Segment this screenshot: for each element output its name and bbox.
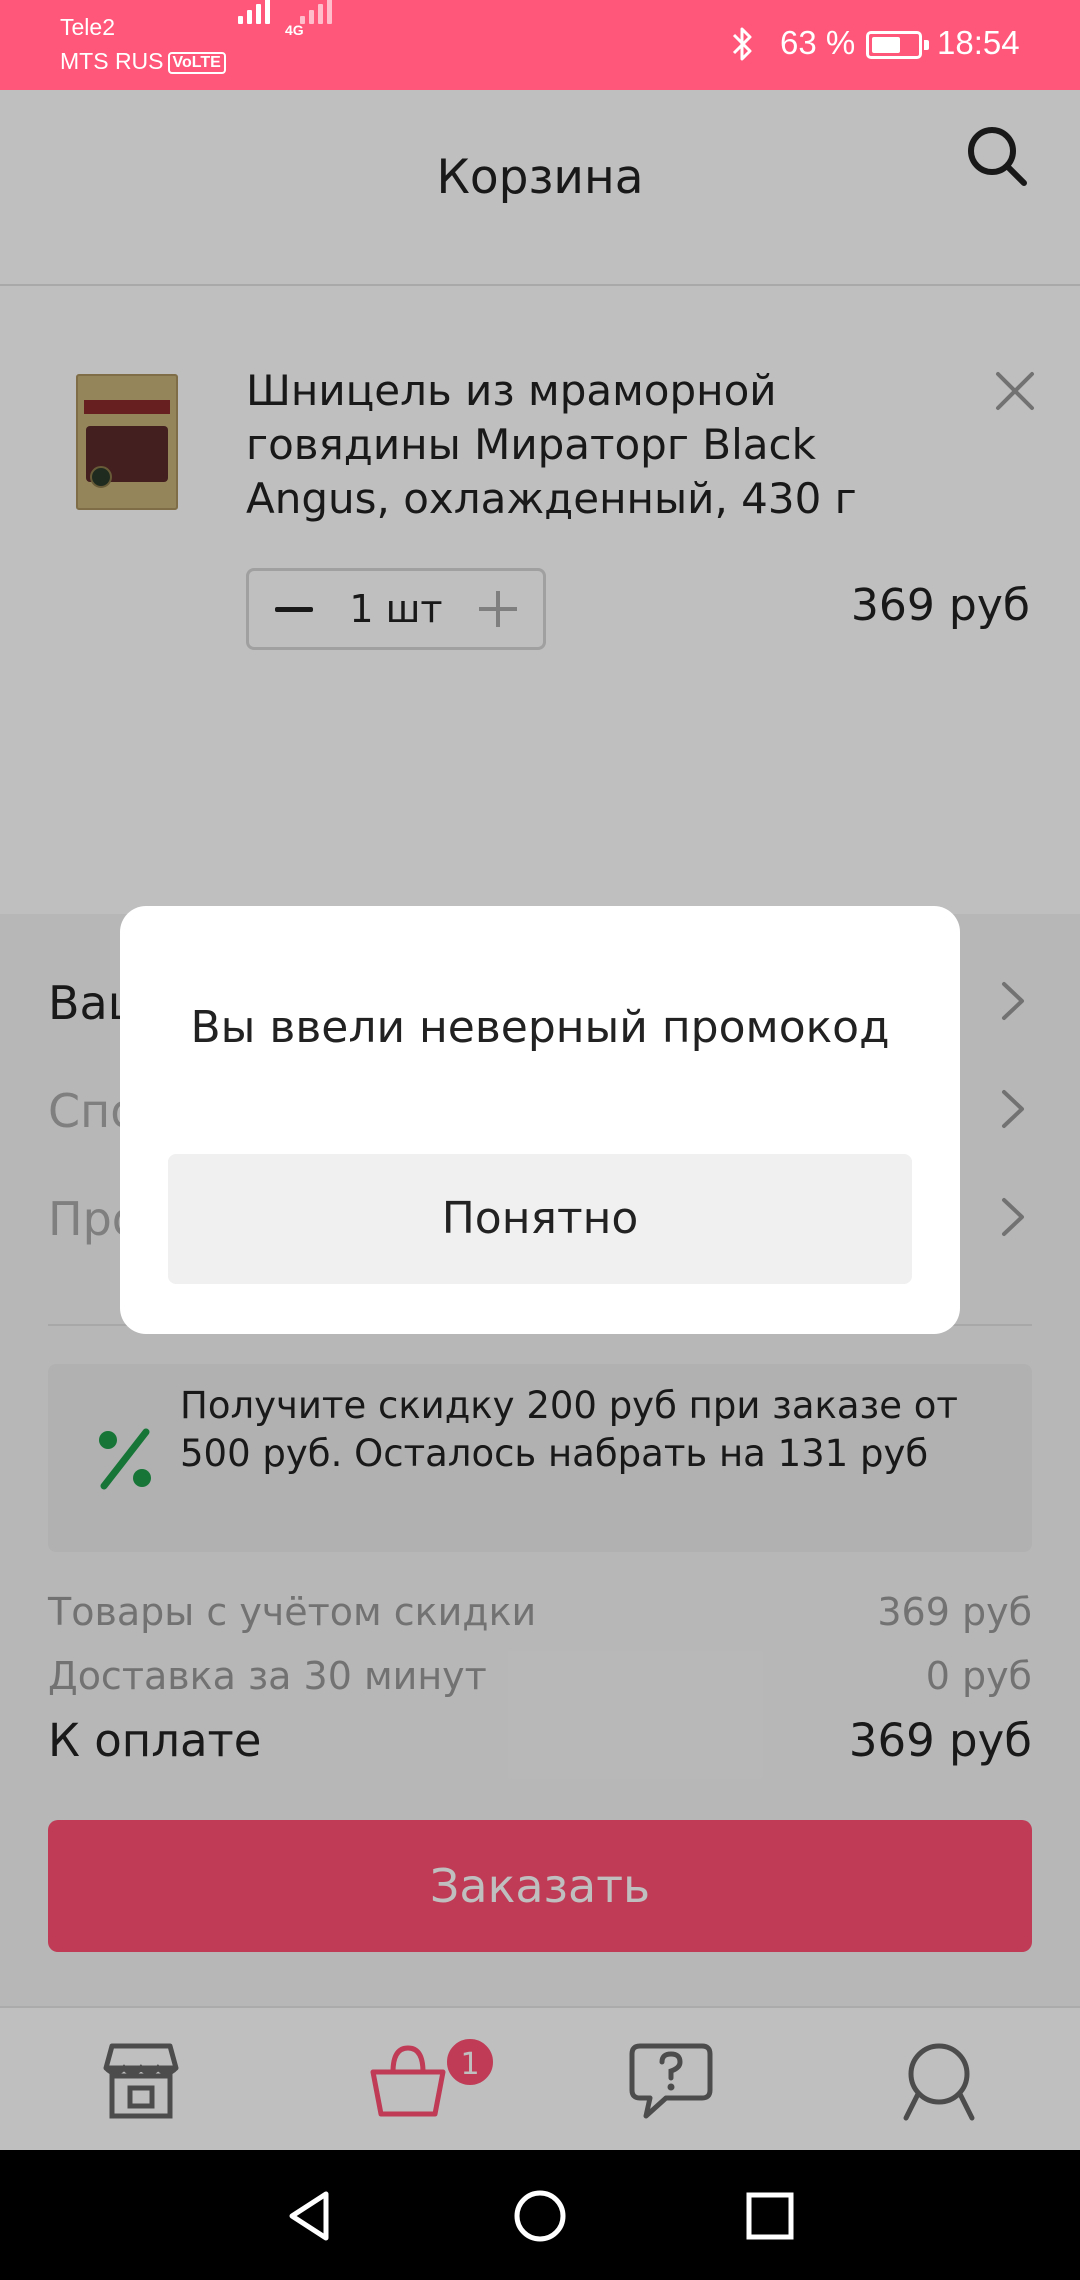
dialog-message: Вы ввели неверный промокод [190, 1002, 890, 1053]
carrier-name-secondary: MTS RUS VoLTE [60, 48, 226, 75]
system-navigation-bar [0, 2150, 1080, 2280]
carrier-name-primary: Tele2 [60, 14, 115, 40]
recent-apps-icon[interactable] [740, 2186, 800, 2246]
battery-icon [866, 31, 929, 59]
dialog-ok-button[interactable]: Понятно [168, 1154, 912, 1284]
network-type-label: 4G [285, 22, 304, 38]
bluetooth-icon [732, 27, 752, 61]
volte-badge: VoLTE [167, 52, 226, 74]
error-dialog: Вы ввели неверный промокод Понятно [120, 906, 960, 1334]
back-icon[interactable] [280, 2186, 340, 2246]
home-icon[interactable] [510, 2186, 570, 2246]
battery-percent: 63 % [780, 24, 856, 61]
status-bar: Tele2 MTS RUS VoLTE 4G 63 % 18:54 [0, 0, 1080, 90]
clock: 18:54 [937, 24, 1020, 61]
